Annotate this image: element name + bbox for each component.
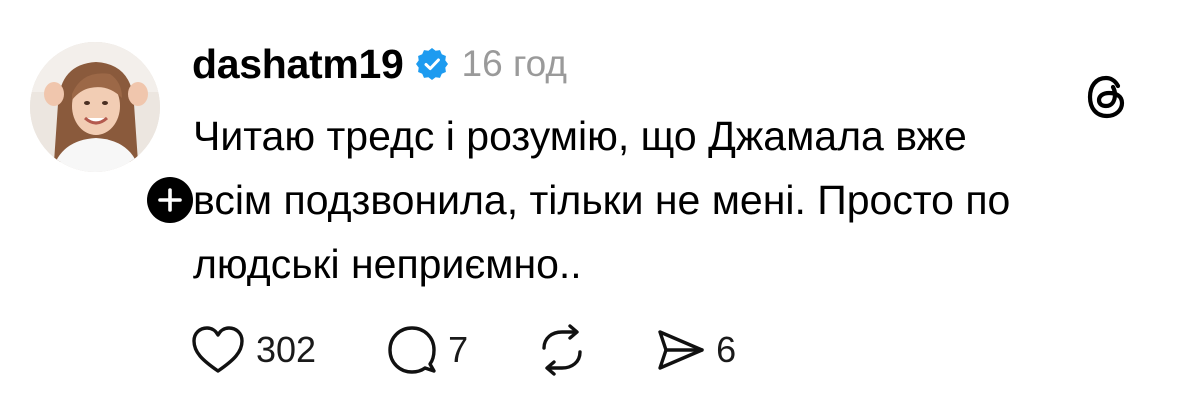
plus-icon <box>158 188 182 212</box>
follow-button[interactable] <box>142 172 198 228</box>
share-count: 6 <box>716 329 737 370</box>
post-text: Читаю тредс і розумію, що Джамала вже вс… <box>193 104 1153 296</box>
avatar-container[interactable] <box>30 42 198 228</box>
like-count: 302 <box>256 329 317 370</box>
threads-post: dashatm19 16 год Читаю тредс і розумію, … <box>0 0 1178 408</box>
speech-bubble-icon <box>388 326 436 374</box>
post-text-line: людські неприємно.. <box>193 241 582 287</box>
follow-badge-circle <box>147 177 193 223</box>
post-header: dashatm19 16 год <box>192 38 567 90</box>
repost-button[interactable] <box>534 322 590 378</box>
username[interactable]: dashatm19 <box>192 41 404 88</box>
post-text-line: Читаю тредс і розумію, що Джамала вже <box>193 113 967 159</box>
avatar[interactable] <box>30 42 160 172</box>
timestamp: 16 год <box>461 43 567 84</box>
repost-icon <box>542 324 582 376</box>
verified-badge-icon <box>415 48 448 80</box>
share-button[interactable]: 6 <box>654 322 736 378</box>
reply-count: 7 <box>448 329 469 370</box>
paper-plane-icon <box>658 330 704 370</box>
heart-icon <box>192 326 244 373</box>
post-text-line: всім подзвонила, тільки не мені. Просто … <box>193 177 1011 223</box>
reply-button[interactable]: 7 <box>386 322 468 378</box>
like-button[interactable]: 302 <box>190 322 316 378</box>
action-bar: 302 7 6 <box>190 322 736 378</box>
